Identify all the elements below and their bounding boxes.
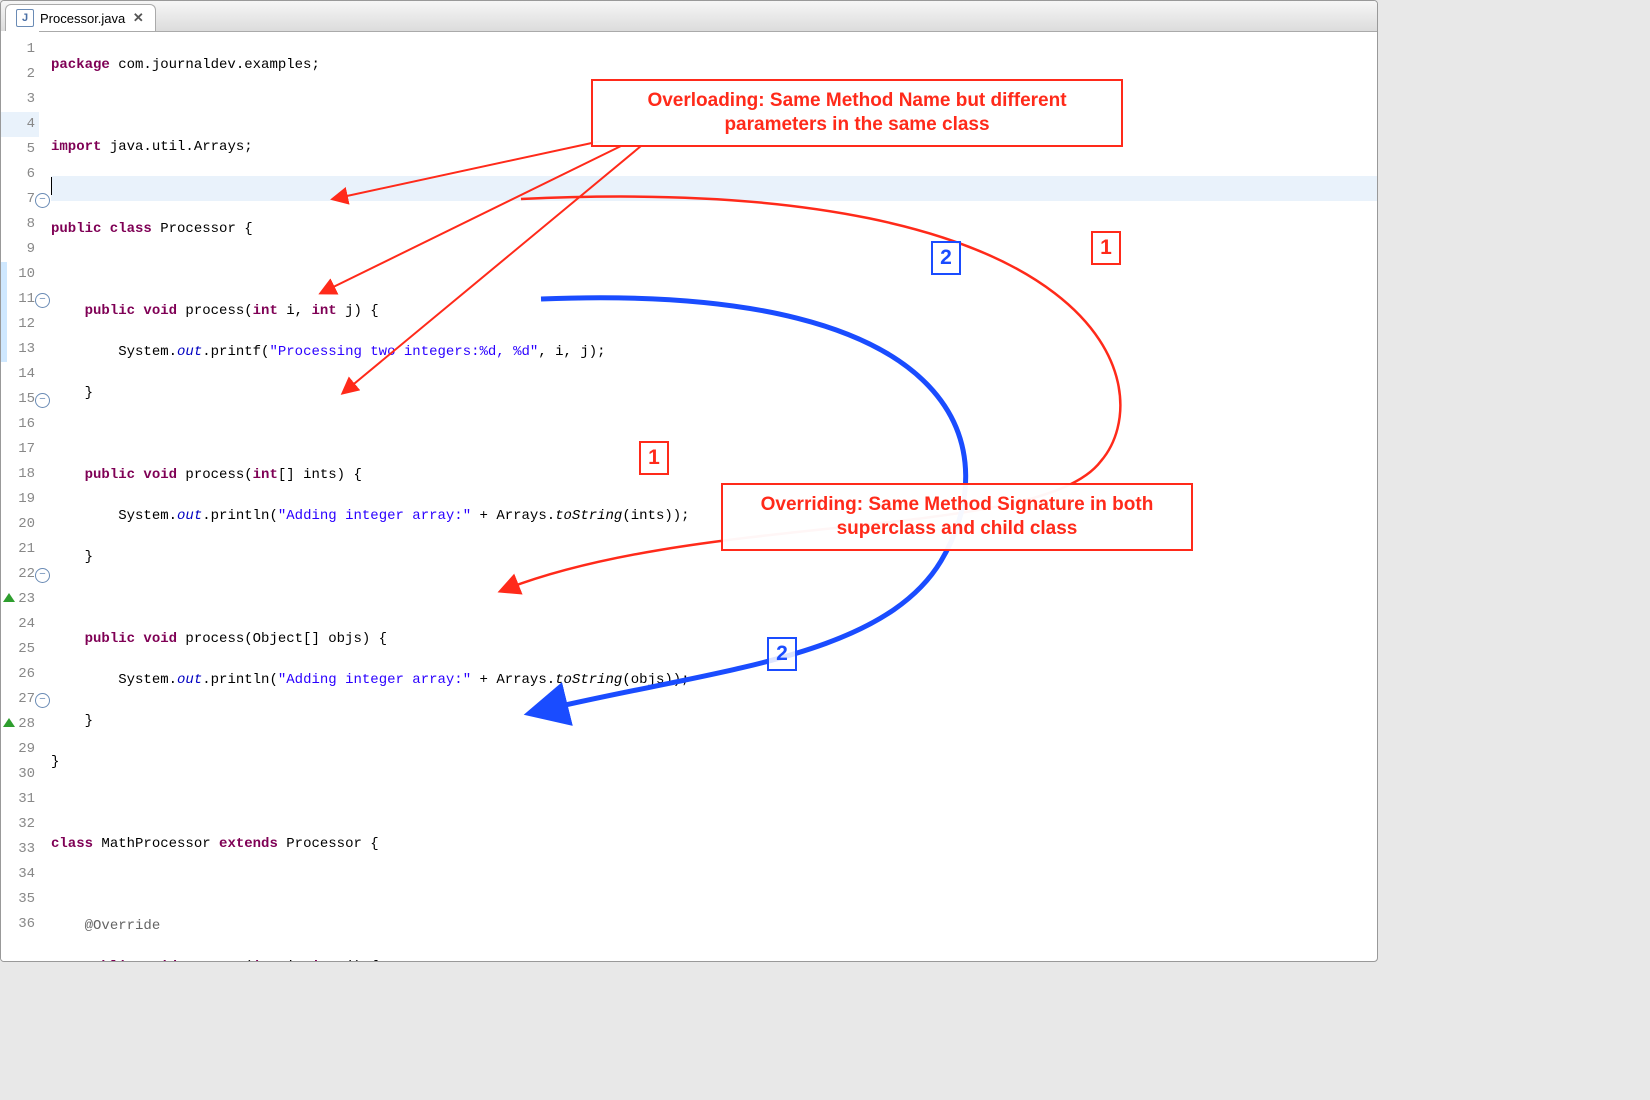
line-number: 6	[1, 162, 39, 187]
tab-bar: J Processor.java ✕	[1, 1, 1377, 32]
line-number: 25	[1, 637, 39, 662]
line-number: 36	[1, 912, 39, 937]
line-number: 28	[1, 712, 39, 737]
close-icon[interactable]: ✕	[131, 11, 145, 25]
line-number: 29	[1, 737, 39, 762]
line-number: 12	[1, 312, 39, 337]
tab-processor-java[interactable]: J Processor.java ✕	[5, 4, 156, 31]
tab-filename: Processor.java	[40, 11, 125, 26]
line-number: 22−	[1, 562, 39, 587]
line-number: 24	[1, 612, 39, 637]
line-number: 31	[1, 787, 39, 812]
line-number: 32	[1, 812, 39, 837]
line-number: 19	[1, 487, 39, 512]
line-number: 8	[1, 212, 39, 237]
line-number: 5	[1, 137, 39, 162]
text-cursor	[51, 177, 52, 195]
line-number: 13	[1, 337, 39, 362]
line-number: 30	[1, 762, 39, 787]
line-number-gutter: 1234567−891011−12131415−16171819202122−2…	[1, 31, 39, 961]
line-number: 27−	[1, 687, 39, 712]
override-marker-icon[interactable]	[3, 593, 15, 602]
line-number: 1	[1, 37, 39, 62]
line-number: 23	[1, 587, 39, 612]
line-number: 10	[1, 262, 39, 287]
line-number: 9	[1, 237, 39, 262]
line-number: 21	[1, 537, 39, 562]
line-number: 34	[1, 862, 39, 887]
line-number: 17	[1, 437, 39, 462]
change-marker	[1, 337, 7, 362]
line-number: 35	[1, 887, 39, 912]
line-number: 3	[1, 87, 39, 112]
line-number: 16	[1, 412, 39, 437]
line-number: 15−	[1, 387, 39, 412]
line-number: 2	[1, 62, 39, 87]
java-file-icon: J	[16, 9, 34, 27]
line-number: 14	[1, 362, 39, 387]
line-number: 20	[1, 512, 39, 537]
line-number: 26	[1, 662, 39, 687]
line-number: 18	[1, 462, 39, 487]
override-marker-icon[interactable]	[3, 718, 15, 727]
change-marker	[1, 262, 7, 287]
change-marker	[1, 312, 7, 337]
line-number: 11−	[1, 287, 39, 312]
line-number: 7−	[1, 187, 39, 212]
editor-window: J Processor.java ✕ 1234567−891011−121314…	[0, 0, 1378, 962]
code-content[interactable]: package com.journaldev.examples; import …	[39, 31, 1377, 961]
line-number: 4	[1, 112, 39, 137]
line-number: 33	[1, 837, 39, 862]
editor-area[interactable]: 1234567−891011−12131415−16171819202122−2…	[1, 31, 1377, 961]
change-marker	[1, 287, 7, 312]
